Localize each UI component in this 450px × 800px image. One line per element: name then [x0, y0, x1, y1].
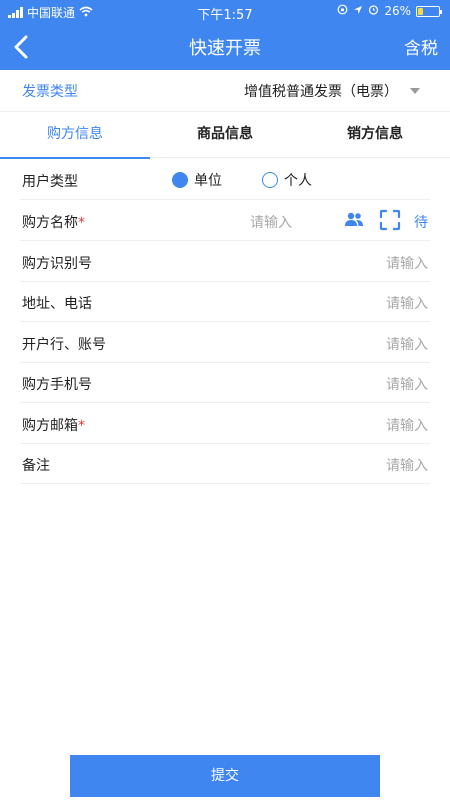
- scan-button[interactable]: [379, 209, 401, 231]
- buyer-tax-id-input[interactable]: 请输入: [386, 253, 428, 273]
- buyer-email-input[interactable]: 请输入: [386, 415, 428, 435]
- battery-icon: [416, 5, 442, 17]
- buyer-email-row: 购方邮箱* 请输入: [20, 404, 430, 444]
- buyer-name-label: 购方名称*: [22, 215, 85, 231]
- pending-button[interactable]: 待: [414, 212, 428, 232]
- required-mark: *: [78, 215, 85, 231]
- dropdown-caret-icon: [410, 88, 420, 94]
- battery-percent: 26%: [384, 4, 411, 18]
- radio-checked-icon: [172, 172, 188, 188]
- top-bar: 中国联通 下午1:57 26% 快速开票 含税: [0, 0, 450, 70]
- status-bar: 中国联通 下午1:57 26%: [0, 0, 450, 24]
- buyer-name-row: 购方名称* 请输入 待: [20, 201, 430, 241]
- tab-seller-info[interactable]: 销方信息: [300, 112, 450, 158]
- user-type-label: 用户类型: [22, 174, 78, 190]
- buyer-tax-id-row: 购方识别号 请输入: [20, 242, 430, 282]
- remark-input[interactable]: 请输入: [386, 455, 428, 475]
- tab-buyer-info[interactable]: 购方信息: [0, 112, 150, 159]
- submit-button[interactable]: 提交: [70, 755, 380, 797]
- radio-unit-label: 单位: [194, 173, 222, 189]
- bank-account-label: 开户行、账号: [22, 337, 106, 353]
- buyer-name-input[interactable]: 请输入: [250, 212, 292, 232]
- page-title: 快速开票: [189, 38, 261, 59]
- contacts-button[interactable]: [344, 211, 364, 227]
- address-phone-input[interactable]: 请输入: [386, 293, 428, 313]
- radio-individual-label: 个人: [284, 173, 312, 189]
- buyer-mobile-input[interactable]: 请输入: [386, 374, 428, 394]
- bank-account-row: 开户行、账号 请输入: [20, 323, 430, 363]
- alarm-icon: [368, 4, 379, 18]
- rotation-lock-icon: [337, 4, 348, 18]
- remark-label: 备注: [22, 458, 50, 474]
- buyer-tax-id-label: 购方识别号: [22, 256, 92, 272]
- remark-row: 备注 请输入: [20, 444, 430, 484]
- nav-bar: 快速开票 含税: [0, 26, 450, 68]
- tab-goods-info[interactable]: 商品信息: [150, 112, 300, 158]
- radio-unchecked-icon: [262, 172, 278, 188]
- radio-individual[interactable]: 个人: [262, 170, 312, 190]
- tax-included-button[interactable]: 含税: [404, 34, 438, 59]
- scan-icon: [379, 209, 401, 231]
- invoice-type-value: 增值税普通发票（电票）: [244, 84, 398, 100]
- buyer-email-label: 购方邮箱*: [22, 418, 85, 434]
- location-icon: [353, 4, 363, 18]
- user-type-row: 用户类型 单位 个人: [20, 160, 430, 200]
- radio-unit[interactable]: 单位: [172, 170, 222, 190]
- buyer-mobile-label: 购方手机号: [22, 377, 92, 393]
- buyer-mobile-row: 购方手机号 请输入: [20, 363, 430, 403]
- address-phone-row: 地址、电话 请输入: [20, 282, 430, 322]
- invoice-type-selector[interactable]: 发票类型 增值税普通发票（电票）: [0, 70, 450, 112]
- contacts-icon: [345, 212, 363, 226]
- info-tabs: 购方信息 商品信息 销方信息: [0, 112, 450, 159]
- status-right: 26%: [337, 4, 442, 18]
- required-mark: *: [78, 418, 85, 434]
- address-phone-label: 地址、电话: [22, 296, 92, 312]
- bank-account-input[interactable]: 请输入: [386, 334, 428, 354]
- invoice-type-label: 发票类型: [22, 84, 78, 100]
